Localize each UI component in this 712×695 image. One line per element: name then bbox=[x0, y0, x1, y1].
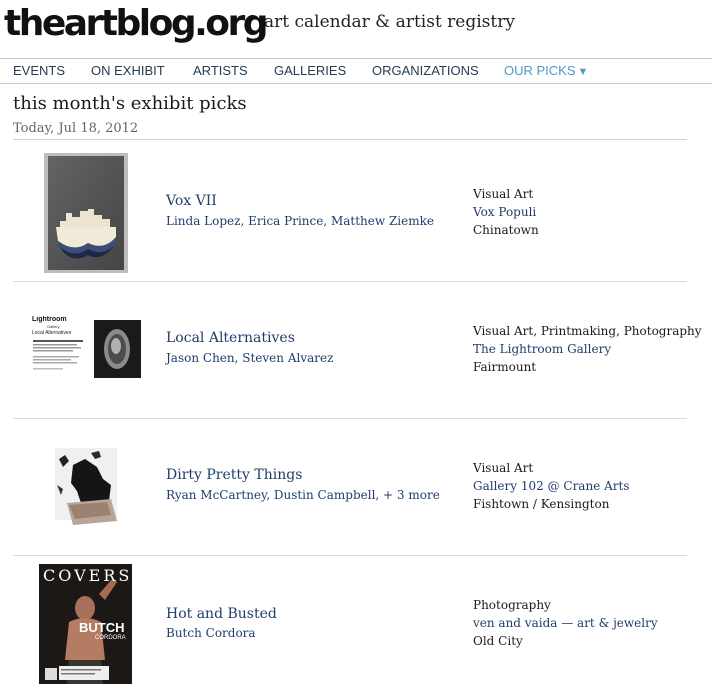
exhibit-title-link[interactable]: Hot and Busted bbox=[166, 606, 277, 622]
exhibit-venue-link[interactable]: ven and vaida — art & jewelry bbox=[473, 616, 658, 630]
thumbnail-cover-name: BUTCH bbox=[79, 620, 125, 635]
nav-item-our-picks-label: OUR PICKS bbox=[504, 63, 576, 78]
page-date: Today, Jul 18, 2012 bbox=[13, 121, 139, 136]
nav-item-organizations[interactable]: ORGANIZATIONS bbox=[372, 63, 479, 78]
nav-item-artists[interactable]: ARTISTS bbox=[193, 63, 248, 78]
divider bbox=[13, 139, 687, 140]
exhibit-neighborhood: Chinatown bbox=[473, 223, 539, 237]
exhibit-title-link[interactable]: Local Alternatives bbox=[166, 330, 295, 346]
exhibit-category: Visual Art bbox=[473, 187, 534, 201]
exhibit-venue-link[interactable]: Gallery 102 @ Crane Arts bbox=[473, 479, 629, 493]
exhibit-artists-link[interactable]: Butch Cordora bbox=[166, 626, 256, 640]
thumbnail-logo-text: Lightroom bbox=[32, 316, 67, 323]
exhibit-row: Vox VII Linda Lopez, Erica Prince, Matth… bbox=[13, 145, 687, 282]
nav-item-events[interactable]: EVENTS bbox=[13, 63, 65, 78]
exhibit-row: COVERS BUTCH CORDORA Hot and Busted Butc… bbox=[13, 556, 687, 693]
exhibit-category: Visual Art, Printmaking, Photography bbox=[473, 324, 702, 338]
exhibit-thumbnail[interactable]: COVERS BUTCH CORDORA bbox=[39, 564, 132, 684]
exhibit-neighborhood: Old City bbox=[473, 634, 523, 648]
exhibit-title-link[interactable]: Dirty Pretty Things bbox=[166, 467, 302, 483]
nav-item-our-picks[interactable]: OUR PICKS ▼ bbox=[504, 63, 588, 78]
nav-item-galleries[interactable]: GALLERIES bbox=[274, 63, 346, 78]
exhibit-thumbnail[interactable]: Lightroom Gallery Local Alternatives bbox=[27, 316, 143, 382]
page-title: this month's exhibit picks bbox=[13, 93, 247, 114]
nav-item-on-exhibit[interactable]: ON EXHIBIT bbox=[91, 63, 165, 78]
exhibit-title-link[interactable]: Vox VII bbox=[166, 193, 217, 209]
exhibit-artists-link[interactable]: Linda Lopez, Erica Prince, Matthew Ziemk… bbox=[166, 214, 434, 228]
exhibit-artists-link[interactable]: Jason Chen, Steven Alvarez bbox=[166, 351, 333, 365]
thumbnail-cover-subname: CORDORA bbox=[95, 635, 126, 641]
site-logo[interactable]: theartblog.org bbox=[4, 2, 269, 46]
exhibit-category: Visual Art bbox=[473, 461, 534, 475]
exhibit-row: Lightroom Gallery Local Alternatives Loc… bbox=[13, 282, 702, 419]
exhibit-venue-link[interactable]: Vox Populi bbox=[473, 205, 536, 219]
thumbnail-logo-subtext: Gallery bbox=[47, 324, 60, 329]
exhibit-neighborhood: Fishtown / Kensington bbox=[473, 497, 610, 511]
exhibit-category: Photography bbox=[473, 598, 551, 612]
thumbnail-cover-title: COVERS bbox=[43, 566, 132, 585]
exhibit-neighborhood: Fairmount bbox=[473, 360, 537, 374]
exhibit-thumbnail[interactable] bbox=[44, 153, 128, 273]
thumbnail-heading-text: Local Alternatives bbox=[32, 330, 72, 336]
main-nav: EVENTS ON EXHIBIT ARTISTS GALLERIES ORGA… bbox=[0, 58, 712, 84]
logo-text: theartblog.org bbox=[4, 3, 269, 44]
site-header: theartblog.org art calendar & artist reg… bbox=[0, 0, 712, 58]
caret-down-icon: ▼ bbox=[577, 66, 589, 78]
site-tagline: art calendar & artist registry bbox=[264, 12, 515, 32]
exhibit-row: Dirty Pretty Things Ryan McCartney, Dust… bbox=[13, 419, 687, 556]
exhibit-thumbnail[interactable] bbox=[51, 445, 131, 529]
exhibit-artists-link[interactable]: Ryan McCartney, Dustin Campbell, + 3 mor… bbox=[166, 488, 440, 502]
exhibit-venue-link[interactable]: The Lightroom Gallery bbox=[473, 342, 611, 356]
